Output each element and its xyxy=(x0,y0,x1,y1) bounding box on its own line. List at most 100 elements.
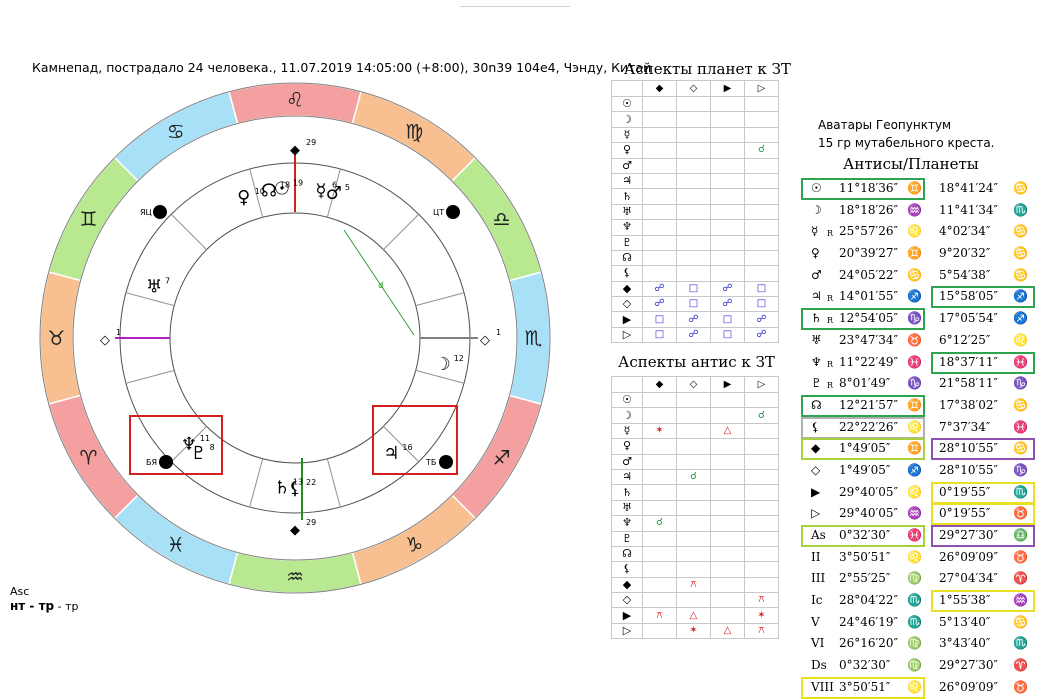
point-symbol: ♀ xyxy=(811,246,820,261)
grid-cell xyxy=(642,391,677,409)
grid-cell: ✶ xyxy=(642,422,677,440)
grid-cell xyxy=(642,576,677,594)
grid-cell: ☍ xyxy=(744,326,779,344)
point-sign: ♐ xyxy=(907,289,922,304)
zodiac-glyph: ♑ xyxy=(405,533,423,557)
point-symbol: ▷ xyxy=(811,506,821,521)
grid-cell xyxy=(744,249,779,267)
antis-sign: ♉ xyxy=(1013,506,1028,521)
marker-dot xyxy=(446,205,460,219)
grid-cell xyxy=(642,142,677,159)
grid-cell xyxy=(642,219,677,236)
grid-row-header: ▶ xyxy=(611,607,643,624)
point-symbol: ♆ xyxy=(811,354,822,369)
point-sign: ♏ xyxy=(907,614,922,629)
antis-sign: ♋ xyxy=(1013,246,1028,261)
grid-row-header: ♅ xyxy=(611,499,643,517)
antis-sign: ♋ xyxy=(1013,224,1028,239)
grid-row-header: ♇ xyxy=(611,530,643,547)
zodiac-glyph: ♐ xyxy=(493,445,511,469)
point-sign: ♍ xyxy=(907,636,922,651)
point-symbol: ♅ xyxy=(811,332,822,347)
zodiac-glyph: ♌ xyxy=(286,88,304,112)
planet-degree: 29 xyxy=(306,138,316,147)
grid-row-header: ◇ xyxy=(611,296,643,313)
grid-row-header: ♂ xyxy=(611,453,643,470)
grid-cell xyxy=(710,142,745,159)
planet-glyph: ♂ xyxy=(326,183,342,204)
marker-label: ТБ xyxy=(425,458,436,467)
grid-cell: □ xyxy=(744,296,779,313)
grid-cell xyxy=(710,561,745,578)
antis-sign: ♋ xyxy=(1013,267,1028,282)
grid-cell xyxy=(642,203,677,221)
antis-position: 27°04′34″ xyxy=(939,571,999,586)
grid-cell: ☍ xyxy=(676,326,711,344)
grid-col-header: ◇ xyxy=(676,80,711,97)
grid-cell xyxy=(744,95,779,113)
table1-title: Аспекты планет к ЗТ xyxy=(624,60,791,78)
grid-cell xyxy=(744,545,779,563)
house-cusp xyxy=(249,458,264,508)
grid-cell xyxy=(744,438,779,455)
grid-cell xyxy=(744,234,779,251)
point-sign: ♊ xyxy=(907,397,922,412)
top-divider xyxy=(460,6,570,7)
grid-col-header: ◆ xyxy=(642,80,677,97)
grid-cell xyxy=(642,530,677,547)
grid-cell: ☌ xyxy=(642,515,677,532)
grid-row-header: ◇ xyxy=(611,592,643,609)
point-position: 25°57′26″ xyxy=(839,224,899,239)
grid-cell xyxy=(676,111,711,128)
point-position: 23°47′34″ xyxy=(839,332,899,347)
grid-row-header: ♆ xyxy=(611,219,643,236)
grid-cell xyxy=(710,203,745,221)
grid-row-header: ♅ xyxy=(611,203,643,221)
antis-position: 28°10′55″ xyxy=(939,441,999,456)
grid-cell xyxy=(710,484,745,501)
grid-cell xyxy=(744,188,779,205)
grid-row-header: ♄ xyxy=(611,188,643,205)
point-symbol: Ic xyxy=(811,593,823,608)
planet-glyph: ♇ xyxy=(191,443,207,464)
point-sign: ♉ xyxy=(907,332,922,347)
antis-sign: ♐ xyxy=(1013,289,1028,304)
grid-cell xyxy=(744,111,779,128)
point-symbol: ♄ xyxy=(811,311,822,326)
grid-row-header: ♂ xyxy=(611,157,643,174)
retro-mark: R xyxy=(827,359,834,369)
grid-cell xyxy=(676,484,711,501)
grid-cell xyxy=(642,265,677,282)
point-position: 1°49′05″ xyxy=(839,462,891,477)
planet-degree: 7 xyxy=(165,277,170,286)
antis-position: 5°13′40″ xyxy=(939,614,991,629)
grid-cell xyxy=(642,561,677,578)
grid-cell: ✶ xyxy=(676,622,711,640)
point-sign: ♊ xyxy=(907,246,922,261)
point-position: 1°49′05″ xyxy=(839,441,891,456)
point-sign: ♏ xyxy=(907,593,922,608)
grid-cell xyxy=(744,219,779,236)
grid-cell: ☌ xyxy=(744,142,779,159)
antis-position: 0°19′55″ xyxy=(939,484,991,499)
antis-position: 26°09′09″ xyxy=(939,679,999,694)
point-position: 3°50′51″ xyxy=(839,679,891,694)
point-position: 18°18′26″ xyxy=(839,202,899,217)
planet-degree: 5 xyxy=(345,183,350,192)
point-sign: ♌ xyxy=(907,484,922,499)
grid-cell xyxy=(676,515,711,532)
grid-cell xyxy=(642,468,677,486)
point-position: 29°40′05″ xyxy=(839,506,899,521)
grid-cell: □ xyxy=(676,280,711,298)
house-cusp xyxy=(326,458,341,508)
grid-cell: ⚻ xyxy=(744,592,779,609)
grid-cell xyxy=(744,157,779,174)
point-sign: ♑ xyxy=(907,311,922,326)
point-sign: ♌ xyxy=(907,419,922,434)
grid-cell xyxy=(642,234,677,251)
grid-cell xyxy=(710,576,745,594)
grid-corner xyxy=(611,376,643,393)
grid-cell xyxy=(710,188,745,205)
planet-degree: 12 xyxy=(454,354,464,363)
point-position: 29°40′05″ xyxy=(839,484,899,499)
